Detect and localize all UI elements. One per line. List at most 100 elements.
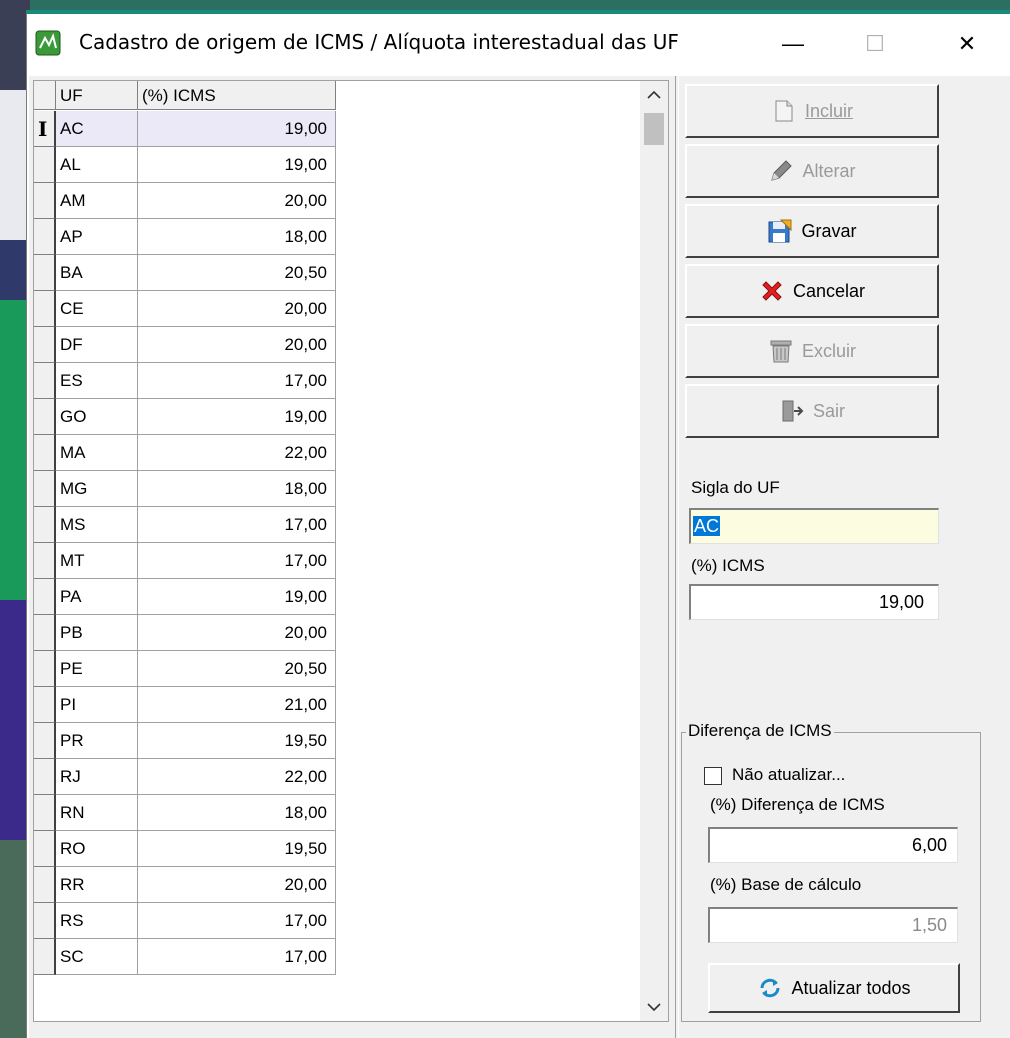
row-indicator[interactable] bbox=[34, 183, 56, 219]
cell-icms[interactable]: 20,00 bbox=[138, 327, 336, 363]
cell-icms[interactable]: 17,00 bbox=[138, 543, 336, 579]
uf-grid[interactable]: UF (%) ICMS I AC 19,00 AL 19,00 AM 20,00 AP 18,0… bbox=[33, 80, 669, 1022]
row-indicator[interactable] bbox=[34, 255, 56, 291]
row-indicator[interactable] bbox=[34, 759, 56, 795]
row-indicator[interactable] bbox=[34, 435, 56, 471]
table-row[interactable]: SC 17,00 bbox=[34, 939, 336, 975]
cell-uf[interactable]: PI bbox=[56, 687, 138, 723]
scroll-thumb[interactable] bbox=[644, 113, 664, 145]
cell-icms[interactable]: 20,00 bbox=[138, 291, 336, 327]
row-indicator[interactable] bbox=[34, 867, 56, 903]
cell-icms[interactable]: 20,50 bbox=[138, 651, 336, 687]
cell-icms[interactable]: 22,00 bbox=[138, 435, 336, 471]
cell-uf[interactable]: PB bbox=[56, 615, 138, 651]
row-indicator[interactable] bbox=[34, 363, 56, 399]
row-indicator[interactable] bbox=[34, 651, 56, 687]
table-row[interactable]: PB 20,00 bbox=[34, 615, 336, 651]
table-row[interactable]: I AC 19,00 bbox=[34, 111, 336, 147]
cell-uf[interactable]: PR bbox=[56, 723, 138, 759]
cell-icms[interactable]: 18,00 bbox=[138, 471, 336, 507]
cell-icms[interactable]: 17,00 bbox=[138, 507, 336, 543]
row-indicator[interactable] bbox=[34, 471, 56, 507]
cell-uf[interactable]: RO bbox=[56, 831, 138, 867]
row-indicator[interactable] bbox=[34, 399, 56, 435]
cell-uf[interactable]: RS bbox=[56, 903, 138, 939]
cell-icms[interactable]: 21,00 bbox=[138, 687, 336, 723]
table-row[interactable]: PA 19,00 bbox=[34, 579, 336, 615]
table-row[interactable]: RR 20,00 bbox=[34, 867, 336, 903]
row-indicator[interactable]: I bbox=[34, 111, 56, 147]
table-row[interactable]: PE 20,50 bbox=[34, 651, 336, 687]
cell-uf[interactable]: AL bbox=[56, 147, 138, 183]
cell-icms[interactable]: 20,50 bbox=[138, 255, 336, 291]
row-indicator[interactable] bbox=[34, 615, 56, 651]
table-row[interactable]: RJ 22,00 bbox=[34, 759, 336, 795]
table-row[interactable]: BA 20,50 bbox=[34, 255, 336, 291]
cell-uf[interactable]: SC bbox=[56, 939, 138, 975]
cell-icms[interactable]: 19,00 bbox=[138, 147, 336, 183]
row-indicator[interactable] bbox=[34, 219, 56, 255]
sigla-field[interactable]: AC bbox=[689, 508, 939, 544]
incluir-button[interactable]: Incluir bbox=[685, 84, 939, 138]
cell-uf[interactable]: MS bbox=[56, 507, 138, 543]
close-button[interactable]: ✕ bbox=[937, 24, 997, 64]
cell-icms[interactable]: 20,00 bbox=[138, 615, 336, 651]
row-indicator[interactable] bbox=[34, 939, 56, 975]
table-row[interactable]: CE 20,00 bbox=[34, 291, 336, 327]
table-row[interactable]: ES 17,00 bbox=[34, 363, 336, 399]
scroll-down-arrow[interactable] bbox=[640, 993, 668, 1021]
row-indicator[interactable] bbox=[34, 687, 56, 723]
cell-uf[interactable]: RR bbox=[56, 867, 138, 903]
table-row[interactable]: MS 17,00 bbox=[34, 507, 336, 543]
cell-icms[interactable]: 19,00 bbox=[138, 399, 336, 435]
row-indicator[interactable] bbox=[34, 579, 56, 615]
cell-icms[interactable]: 18,00 bbox=[138, 795, 336, 831]
cell-uf[interactable]: ES bbox=[56, 363, 138, 399]
sair-button[interactable]: Sair bbox=[685, 384, 939, 438]
cell-icms[interactable]: 19,00 bbox=[138, 111, 336, 147]
cell-icms[interactable]: 20,00 bbox=[138, 183, 336, 219]
cell-uf[interactable]: BA bbox=[56, 255, 138, 291]
minimize-button[interactable]: — bbox=[763, 24, 823, 64]
cell-uf[interactable]: RN bbox=[56, 795, 138, 831]
cell-icms[interactable]: 19,50 bbox=[138, 723, 336, 759]
table-row[interactable]: DF 20,00 bbox=[34, 327, 336, 363]
cell-uf[interactable]: MG bbox=[56, 471, 138, 507]
column-header-uf[interactable]: UF bbox=[56, 81, 138, 110]
diferenca-field[interactable]: 6,00 bbox=[708, 827, 958, 863]
cell-icms[interactable]: 19,50 bbox=[138, 831, 336, 867]
cell-icms[interactable]: 17,00 bbox=[138, 903, 336, 939]
row-indicator[interactable] bbox=[34, 903, 56, 939]
table-row[interactable]: RN 18,00 bbox=[34, 795, 336, 831]
row-indicator[interactable] bbox=[34, 795, 56, 831]
cell-icms[interactable]: 20,00 bbox=[138, 867, 336, 903]
cell-uf[interactable]: MA bbox=[56, 435, 138, 471]
title-bar[interactable]: Cadastro de origem de ICMS / Alíquota in… bbox=[27, 14, 1010, 76]
table-row[interactable]: MT 17,00 bbox=[34, 543, 336, 579]
row-indicator[interactable] bbox=[34, 543, 56, 579]
table-row[interactable]: MA 22,00 bbox=[34, 435, 336, 471]
alterar-button[interactable]: Alterar bbox=[685, 144, 939, 198]
cell-uf[interactable]: PE bbox=[56, 651, 138, 687]
table-row[interactable]: AL 19,00 bbox=[34, 147, 336, 183]
cell-uf[interactable]: CE bbox=[56, 291, 138, 327]
cell-icms[interactable]: 19,00 bbox=[138, 579, 336, 615]
cell-uf[interactable]: AP bbox=[56, 219, 138, 255]
row-indicator[interactable] bbox=[34, 507, 56, 543]
cell-uf[interactable]: GO bbox=[56, 399, 138, 435]
cell-uf[interactable]: RJ bbox=[56, 759, 138, 795]
table-row[interactable]: PI 21,00 bbox=[34, 687, 336, 723]
row-indicator[interactable] bbox=[34, 327, 56, 363]
icms-field[interactable]: 19,00 bbox=[689, 584, 939, 620]
cell-uf[interactable]: AC bbox=[56, 111, 138, 147]
cell-icms[interactable]: 22,00 bbox=[138, 759, 336, 795]
cell-icms[interactable]: 17,00 bbox=[138, 939, 336, 975]
maximize-button[interactable]: ☐ bbox=[845, 24, 905, 64]
cell-uf[interactable]: MT bbox=[56, 543, 138, 579]
base-calculo-field[interactable]: 1,50 bbox=[708, 907, 958, 943]
table-row[interactable]: PR 19,50 bbox=[34, 723, 336, 759]
grid-scrollbar[interactable] bbox=[640, 81, 668, 1021]
row-indicator[interactable] bbox=[34, 723, 56, 759]
table-row[interactable]: MG 18,00 bbox=[34, 471, 336, 507]
excluir-button[interactable]: Excluir bbox=[685, 324, 939, 378]
